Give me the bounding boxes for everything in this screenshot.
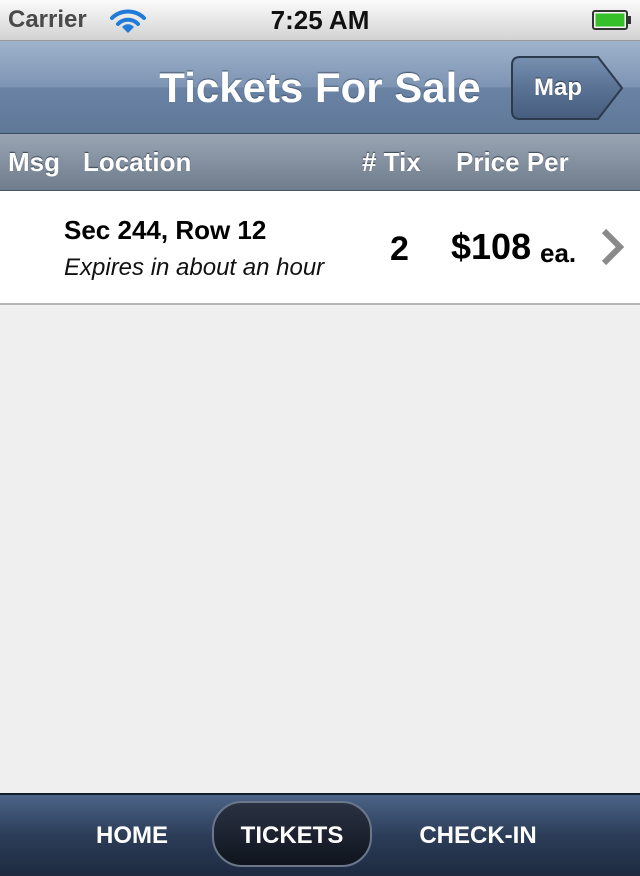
- map-button[interactable]: Map: [510, 55, 624, 121]
- listing-quantity: 2: [390, 230, 409, 268]
- clock: 7:25 AM: [270, 5, 370, 35]
- tab-tickets[interactable]: TICKETS: [212, 801, 372, 867]
- column-location: Location: [83, 147, 192, 177]
- listing-price-suffix: ea.: [540, 238, 577, 268]
- column-price-per: Price Per: [456, 147, 569, 177]
- column-msg: Msg: [8, 147, 60, 177]
- column-tix: # Tix: [362, 147, 421, 177]
- chevron-right-icon: [601, 228, 625, 266]
- page-title: Tickets For Sale: [159, 64, 481, 111]
- listing-expiry: Expires in about an hour: [64, 254, 325, 281]
- map-button-label: Map: [534, 74, 582, 101]
- ticket-listing-row[interactable]: Sec 244, Row 12 Expires in about an hour…: [0, 191, 640, 305]
- tab-home[interactable]: HOME: [72, 795, 192, 876]
- listing-price: $108: [451, 226, 532, 267]
- listing-location: Sec 244, Row 12: [64, 215, 267, 245]
- column-header: Msg Location # Tix Price Per: [0, 134, 640, 191]
- battery-full-icon: [592, 10, 631, 30]
- status-bar: Carrier 7:25 AM: [0, 0, 640, 41]
- tab-check-in[interactable]: CHECK-IN: [398, 795, 558, 876]
- navigation-bar: Tickets For Sale Map: [0, 41, 640, 134]
- tab-bar: HOME TICKETS CHECK-IN: [0, 793, 640, 876]
